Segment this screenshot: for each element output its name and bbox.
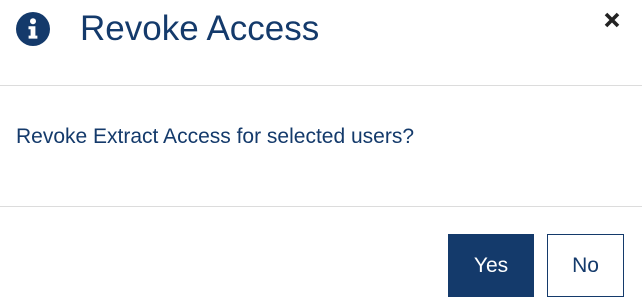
no-button[interactable]: No — [547, 234, 624, 297]
close-button[interactable] — [596, 6, 628, 38]
revoke-access-dialog: Revoke Access Revoke Extract Access for … — [0, 0, 642, 297]
info-icon — [16, 12, 50, 46]
dialog-body: Revoke Extract Access for selected users… — [0, 86, 642, 207]
dialog-header: Revoke Access — [0, 0, 642, 86]
yes-button[interactable]: Yes — [448, 234, 534, 297]
dialog-title: Revoke Access — [80, 9, 320, 48]
dialog-message: Revoke Extract Access for selected users… — [16, 125, 415, 148]
close-icon — [603, 11, 621, 34]
dialog-footer: Yes No — [0, 207, 642, 297]
